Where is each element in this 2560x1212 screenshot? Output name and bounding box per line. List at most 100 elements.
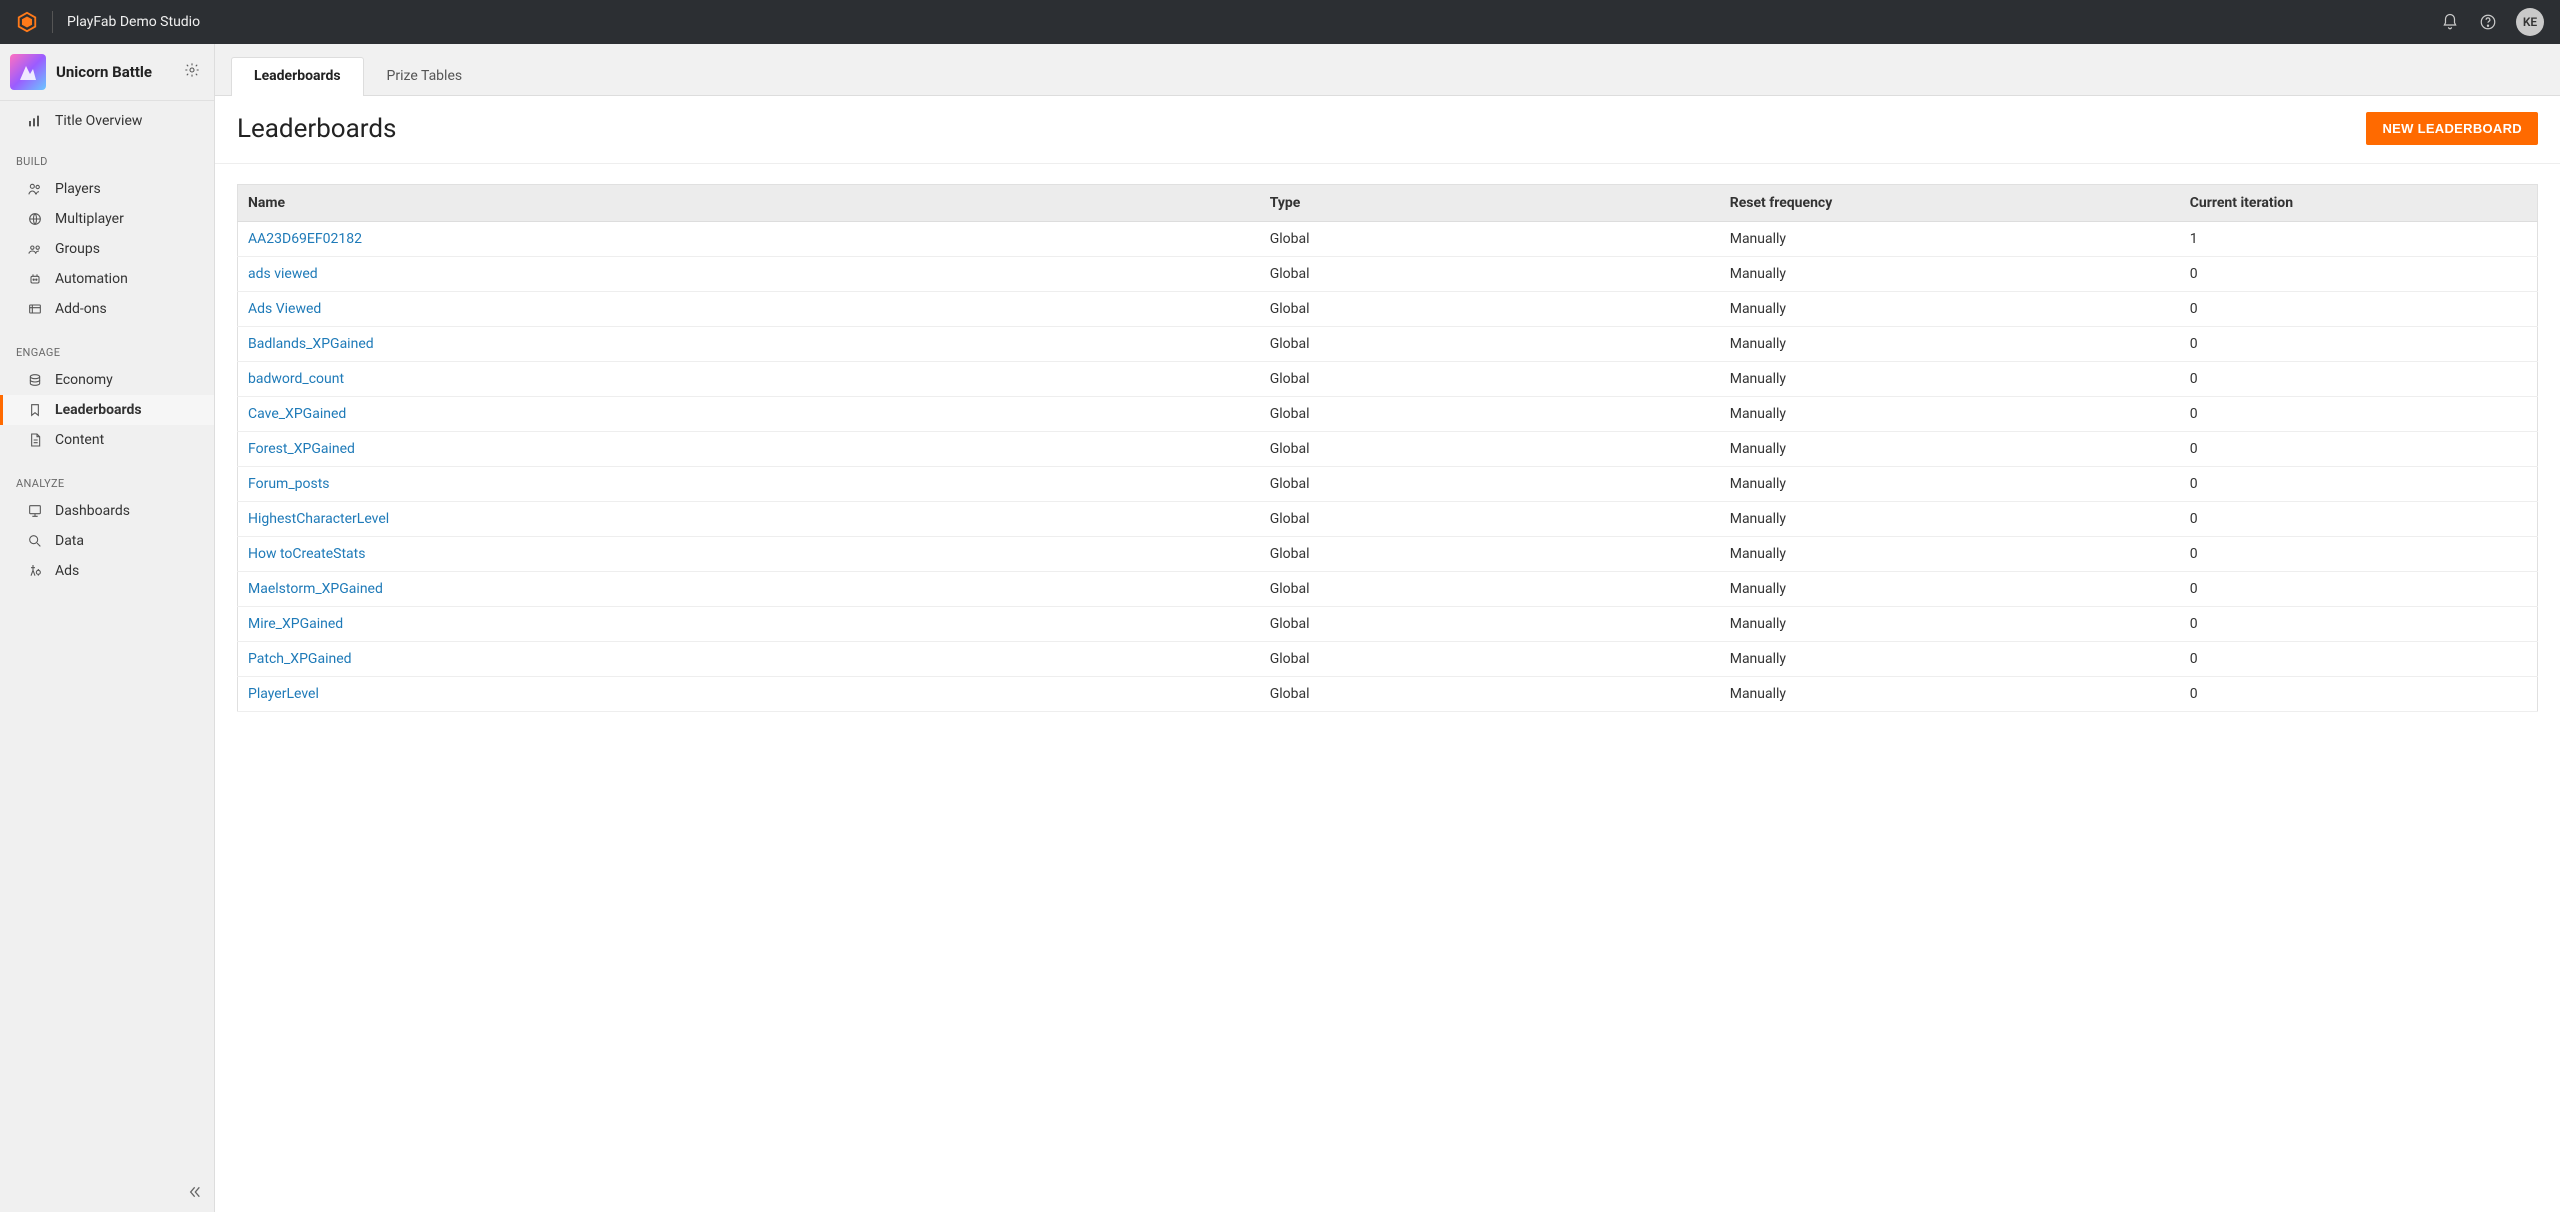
studio-name[interactable]: PlayFab Demo Studio — [67, 14, 200, 30]
cell-type: Global — [1260, 257, 1720, 292]
sidebar-item-groups[interactable]: Groups — [0, 234, 214, 264]
leaderboard-link[interactable]: Cave_XPGained — [248, 406, 346, 422]
table-row: Mire_XPGainedGlobalManually0 — [238, 607, 2538, 642]
table-row: Patch_XPGained GlobalManually0 — [238, 642, 2538, 677]
sidebar-item-label: Groups — [55, 241, 100, 257]
sidebar-item-players[interactable]: Players — [0, 174, 214, 204]
sidebar-item-title-overview[interactable]: Title Overview — [0, 101, 214, 141]
leaderboard-link[interactable]: HighestCharacterLevel — [248, 511, 389, 527]
cell-iteration: 0 — [2180, 467, 2538, 502]
sidebar-item-economy[interactable]: Economy — [0, 365, 214, 395]
tabs: LeaderboardsPrize Tables — [215, 44, 2560, 96]
addons-icon — [27, 301, 43, 317]
cell-reset: Manually — [1720, 257, 2180, 292]
cell-iteration: 0 — [2180, 537, 2538, 572]
table-row: AA23D69EF02182GlobalManually1 — [238, 222, 2538, 257]
cell-reset: Manually — [1720, 502, 2180, 537]
cell-type: Global — [1260, 537, 1720, 572]
nav-section-label: ANALYZE — [0, 463, 214, 496]
leaderboard-link[interactable]: PlayerLevel — [248, 686, 319, 702]
sidebar-item-leaderboards[interactable]: Leaderboards — [0, 395, 214, 425]
topbar-divider — [52, 11, 53, 33]
cell-type: Global — [1260, 642, 1720, 677]
data-icon — [27, 533, 43, 549]
ads-icon — [27, 563, 43, 579]
cell-reset: Manually — [1720, 467, 2180, 502]
leaderboard-link[interactable]: badword_count — [248, 371, 344, 387]
game-logo-icon — [10, 54, 46, 90]
cell-type: Global — [1260, 397, 1720, 432]
column-header[interactable]: Current iteration — [2180, 185, 2538, 222]
cell-iteration: 0 — [2180, 677, 2538, 712]
sidebar-item-multiplayer[interactable]: Multiplayer — [0, 204, 214, 234]
leaderboard-link[interactable]: Maelstorm_XPGained — [248, 581, 383, 597]
sidebar-item-label: Automation — [55, 271, 128, 287]
sidebar-item-label: Data — [55, 533, 84, 549]
cell-iteration: 0 — [2180, 432, 2538, 467]
table-row: Ads ViewedGlobalManually0 — [238, 292, 2538, 327]
sidebar-item-data[interactable]: Data — [0, 526, 214, 556]
bookmark-icon — [27, 402, 43, 418]
game-title: Unicorn Battle — [56, 63, 174, 81]
tab-prize-tables[interactable]: Prize Tables — [364, 57, 486, 96]
sidebar-item-label: Add-ons — [55, 301, 107, 317]
cell-iteration: 0 — [2180, 642, 2538, 677]
column-header[interactable]: Type — [1260, 185, 1720, 222]
leaderboard-link[interactable]: Forest_XPGained — [248, 441, 355, 457]
cell-reset: Manually — [1720, 677, 2180, 712]
leaderboard-link[interactable]: How toCreateStats — [248, 546, 365, 562]
sidebar-item-label: Leaderboards — [55, 402, 142, 418]
sidebar: Unicorn Battle Title Overview BUILDPlaye… — [0, 44, 215, 1212]
cell-type: Global — [1260, 502, 1720, 537]
sidebar-item-label: Title Overview — [55, 113, 142, 129]
cell-reset: Manually — [1720, 572, 2180, 607]
notifications-icon[interactable] — [2440, 12, 2460, 32]
cell-iteration: 0 — [2180, 397, 2538, 432]
cell-type: Global — [1260, 432, 1720, 467]
nav-section-label: ENGAGE — [0, 332, 214, 365]
table-row: ads viewedGlobalManually0 — [238, 257, 2538, 292]
cell-type: Global — [1260, 292, 1720, 327]
cell-iteration: 0 — [2180, 327, 2538, 362]
leaderboard-link[interactable]: Ads Viewed — [248, 301, 321, 317]
leaderboard-link[interactable]: AA23D69EF02182 — [248, 231, 362, 247]
cell-reset: Manually — [1720, 642, 2180, 677]
cell-reset: Manually — [1720, 292, 2180, 327]
gear-icon[interactable] — [184, 62, 200, 82]
sidebar-item-dashboards[interactable]: Dashboards — [0, 496, 214, 526]
avatar[interactable]: KE — [2516, 8, 2544, 36]
column-header[interactable]: Name — [238, 185, 1260, 222]
sidebar-item-ads[interactable]: Ads — [0, 556, 214, 586]
topbar: PlayFab Demo Studio KE — [0, 0, 2560, 44]
automation-icon — [27, 271, 43, 287]
sidebar-item-automation[interactable]: Automation — [0, 264, 214, 294]
sidebar-item-add-ons[interactable]: Add-ons — [0, 294, 214, 324]
cell-reset: Manually — [1720, 607, 2180, 642]
cell-type: Global — [1260, 327, 1720, 362]
sidebar-item-label: Content — [55, 432, 104, 448]
leaderboard-link[interactable]: ads viewed — [248, 266, 318, 282]
column-header[interactable]: Reset frequency — [1720, 185, 2180, 222]
sidebar-item-label: Economy — [55, 372, 113, 388]
cell-iteration: 0 — [2180, 362, 2538, 397]
cell-type: Global — [1260, 362, 1720, 397]
leaderboard-link[interactable]: Badlands_XPGained — [248, 336, 374, 352]
groups-icon — [27, 241, 43, 257]
sidebar-item-label: Ads — [55, 563, 79, 579]
leaderboard-link[interactable]: Patch_XPGained — [248, 651, 352, 667]
collapse-sidebar-icon[interactable] — [182, 1180, 206, 1204]
help-icon[interactable] — [2478, 12, 2498, 32]
sidebar-item-content[interactable]: Content — [0, 425, 214, 455]
table-row: badword_countGlobalManually0 — [238, 362, 2538, 397]
sidebar-item-label: Players — [55, 181, 101, 197]
content-icon — [27, 432, 43, 448]
leaderboard-link[interactable]: Mire_XPGained — [248, 616, 343, 632]
tab-leaderboards[interactable]: Leaderboards — [231, 57, 364, 96]
cell-reset: Manually — [1720, 537, 2180, 572]
globe-icon — [27, 211, 43, 227]
title-row[interactable]: Unicorn Battle — [0, 44, 214, 101]
table-row: Cave_XPGainedGlobalManually0 — [238, 397, 2538, 432]
playfab-logo-icon[interactable] — [16, 11, 38, 33]
leaderboard-link[interactable]: Forum_posts — [248, 476, 330, 492]
new-leaderboard-button[interactable]: NEW LEADERBOARD — [2366, 112, 2538, 145]
